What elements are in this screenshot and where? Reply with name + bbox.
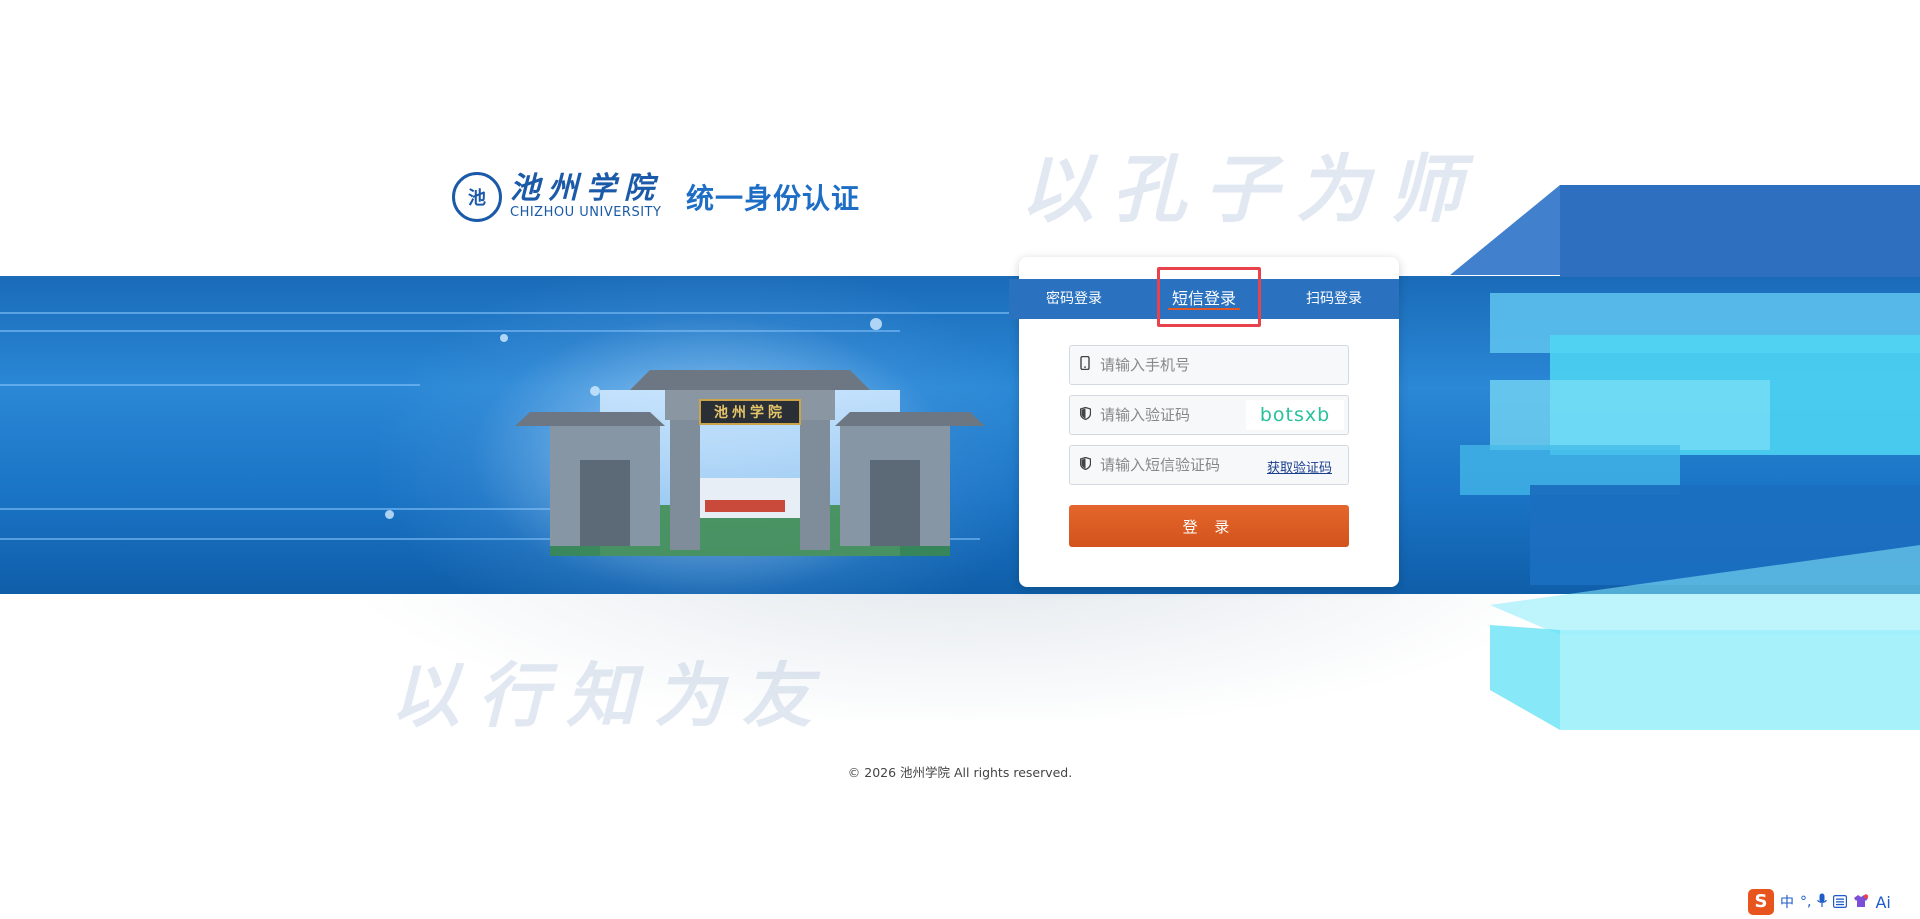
phone-icon bbox=[1070, 355, 1100, 374]
school-name-en: CHIZHOU UNIVERSITY bbox=[510, 205, 662, 220]
school-seal-icon: 池 bbox=[452, 172, 502, 222]
sogou-logo-icon[interactable]: S bbox=[1748, 889, 1774, 915]
copyright-footer: © 2026 池州学院 All rights reserved. bbox=[847, 765, 1073, 780]
shield-icon bbox=[1070, 406, 1100, 424]
get-code-link[interactable]: 获取验证码 bbox=[1267, 457, 1332, 476]
captcha-field: botsxb bbox=[1069, 395, 1349, 435]
phone-field bbox=[1069, 345, 1349, 385]
school-name-cn: 池州学院 bbox=[510, 171, 662, 206]
sms-login-form: botsxb 获取验证码 登 录 bbox=[1069, 345, 1349, 547]
ime-mode-toggle[interactable]: 中 bbox=[1780, 892, 1794, 912]
phone-input[interactable] bbox=[1100, 347, 1348, 383]
sms-code-field: 获取验证码 bbox=[1069, 445, 1349, 485]
keyboard-icon[interactable] bbox=[1833, 893, 1848, 912]
ime-punct-toggle[interactable]: °, bbox=[1800, 894, 1811, 910]
motto-bottom: 以行知为友 bbox=[390, 654, 830, 737]
system-title: 统一身份认证 bbox=[686, 182, 861, 215]
gate-plaque: 池州学院 bbox=[714, 405, 786, 421]
school-brand: 池州学院 CHIZHOU UNIVERSITY bbox=[510, 173, 662, 221]
ime-toolbar: S 中 °, Ai bbox=[1744, 888, 1920, 916]
campus-gate-image bbox=[515, 370, 985, 556]
login-button[interactable]: 登 录 bbox=[1069, 505, 1349, 547]
microphone-icon[interactable] bbox=[1817, 893, 1828, 912]
site-logo: 池 池州学院 CHIZHOU UNIVERSITY 统一身份认证 bbox=[452, 172, 860, 222]
skin-icon[interactable] bbox=[1853, 893, 1869, 912]
decorative-blocks bbox=[1450, 185, 1920, 730]
tab-qr-login[interactable]: 扫码登录 bbox=[1269, 279, 1399, 319]
login-page: 以孔子为师 以行知为友 池州学院 池 池州学院 CHIZHOU UNIVERSI… bbox=[0, 0, 1920, 919]
tab-password-login[interactable]: 密码登录 bbox=[1009, 279, 1139, 319]
shield-icon bbox=[1070, 456, 1100, 474]
captcha-image[interactable]: botsxb bbox=[1246, 400, 1344, 430]
ime-ai-button[interactable]: Ai bbox=[1875, 893, 1890, 912]
tab-highlight-box bbox=[1157, 267, 1261, 327]
